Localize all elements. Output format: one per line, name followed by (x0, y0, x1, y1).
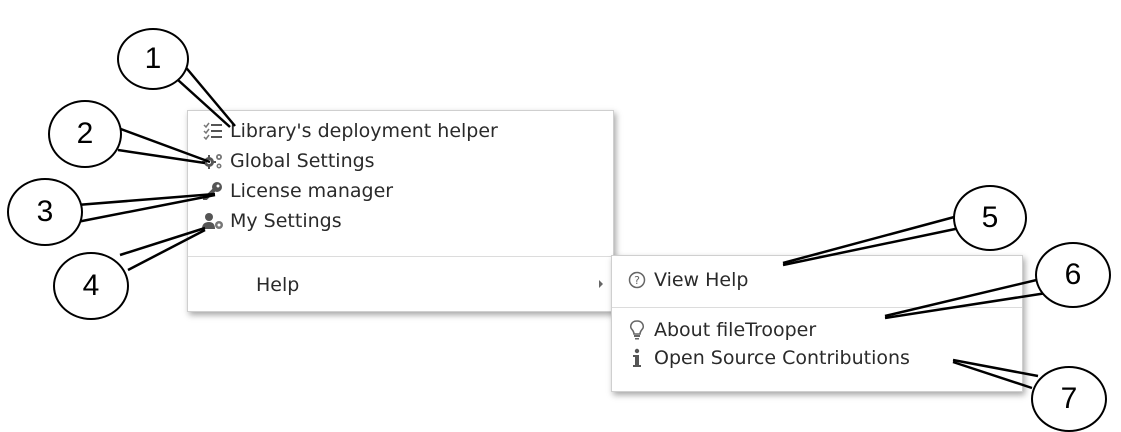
callout-1: 1 (117, 28, 189, 90)
callout-line-7 (952, 360, 1033, 390)
callout-6: 6 (1035, 242, 1111, 308)
callout-3: 3 (7, 178, 83, 246)
callout-line-5 (782, 214, 959, 265)
callout-line-5b (782, 226, 961, 267)
callout-2: 2 (48, 100, 122, 168)
callout-4: 4 (53, 252, 129, 320)
callout-line-1b (177, 79, 231, 128)
callout-5: 5 (953, 185, 1027, 251)
callout-line-7b (952, 358, 1039, 378)
callout-7: 7 (1031, 366, 1107, 432)
